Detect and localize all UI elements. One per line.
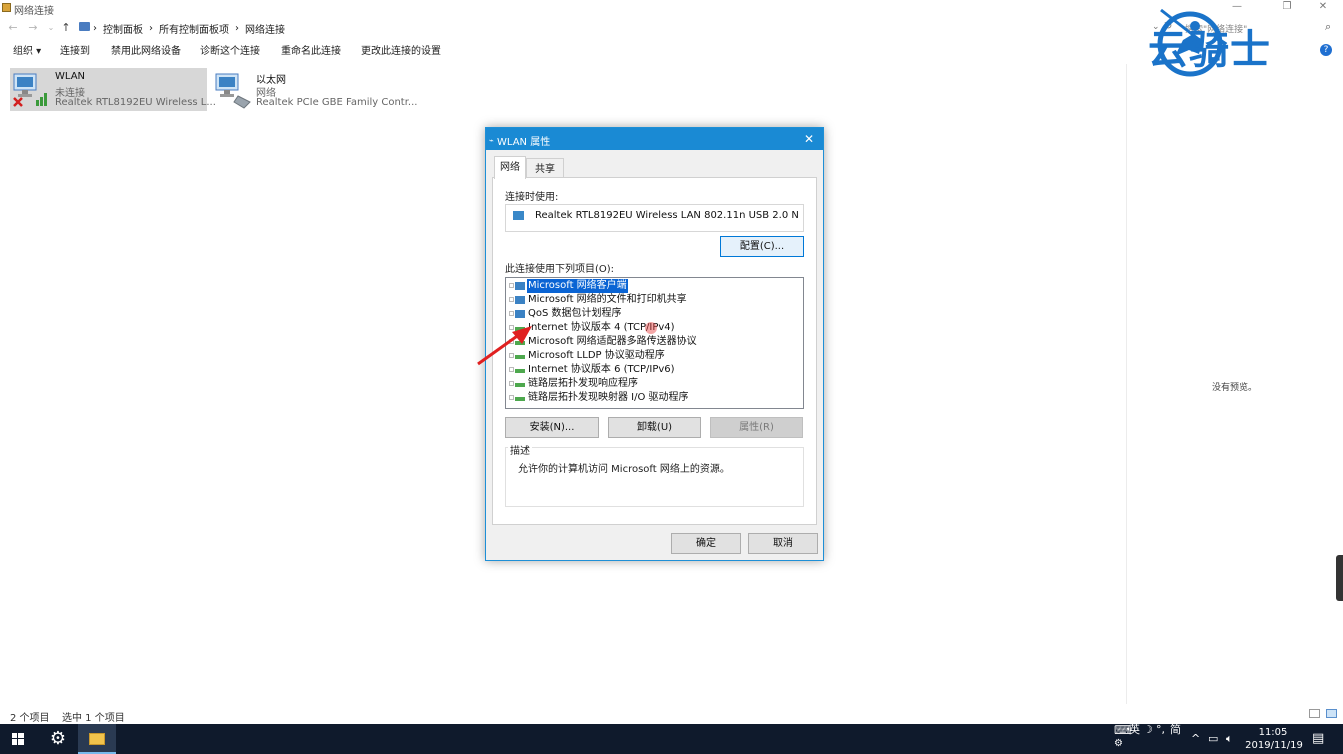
control-panel-icon: [79, 22, 90, 31]
list-item[interactable]: 链路层拓扑发现映射器 I/O 驱动程序: [506, 391, 803, 405]
toolbar-change-settings[interactable]: 更改此连接的设置: [361, 42, 441, 62]
ime-language[interactable]: 英: [1129, 722, 1140, 738]
preview-empty-text: 没有预览。: [1212, 383, 1258, 393]
tab-sharing[interactable]: 共享: [526, 158, 564, 178]
ime-moon-icon[interactable]: ☽: [1143, 722, 1153, 738]
watermark-text: 云骑士: [1148, 27, 1271, 73]
list-item-label: QoS 数据包计划程序: [528, 308, 622, 319]
recent-chevron-down-icon[interactable]: ⌄: [44, 21, 58, 35]
connection-device: Realtek RTL8192EU Wireless L...: [55, 97, 216, 108]
toolbar-rename[interactable]: 重命名此连接: [281, 42, 341, 62]
protocol-icon: [515, 397, 525, 401]
breadcrumb: › 控制面板 › 所有控制面板项 › 网络连接: [93, 21, 285, 36]
list-item[interactable]: Microsoft 网络客户端: [506, 279, 803, 293]
up-arrow-icon[interactable]: ↑: [59, 21, 73, 35]
side-handle[interactable]: [1336, 555, 1343, 601]
cursor-highlight: [645, 322, 657, 334]
breadcrumb-network-connections[interactable]: 网络连接: [245, 21, 285, 36]
toolbar-disable-device[interactable]: 禁用此网络设备: [111, 42, 181, 62]
ime-settings-icon[interactable]: ⚙: [1114, 736, 1123, 752]
breadcrumb-separator: ›: [93, 22, 97, 34]
description-group: [505, 447, 804, 507]
dialog-close-icon[interactable]: ✕: [801, 131, 817, 147]
items-label: 此连接使用下列项目(O):: [505, 264, 615, 275]
breadcrumb-control-panel[interactable]: 控制面板: [103, 21, 143, 36]
checkbox[interactable]: [509, 311, 514, 316]
toolbar-diagnose[interactable]: 诊断这个连接: [200, 42, 260, 62]
connection-device: Realtek PCIe GBE Family Contr...: [256, 97, 418, 108]
breadcrumb-separator: ›: [235, 22, 239, 34]
uninstall-button[interactable]: 卸载(U): [608, 417, 701, 438]
taskbar: [0, 724, 1343, 754]
components-list[interactable]: Microsoft 网络客户端 Microsoft 网络的文件和打印机共享 Qo…: [505, 277, 804, 409]
list-item-label: 链路层拓扑发现映射器 I/O 驱动程序: [528, 392, 689, 403]
clock-time[interactable]: 11:05: [1250, 727, 1296, 739]
install-button[interactable]: 安装(N)...: [505, 417, 599, 438]
toolbar-organize[interactable]: 组织 ▾: [13, 42, 41, 62]
configure-button[interactable]: 配置(C)...: [720, 236, 804, 257]
toolbar-connect-to[interactable]: 连接到: [60, 42, 90, 62]
connection-name: WLAN: [55, 71, 86, 82]
list-item[interactable]: Microsoft 网络的文件和打印机共享: [506, 293, 803, 307]
properties-button: 属性(R): [710, 417, 803, 438]
list-item-label: Microsoft 网络客户端: [527, 279, 628, 293]
show-hidden-icons-chevron-icon[interactable]: ^: [1191, 724, 1200, 754]
list-item[interactable]: QoS 数据包计划程序: [506, 307, 803, 321]
ime-simplified[interactable]: 简: [1170, 722, 1181, 738]
cancel-button[interactable]: 取消: [748, 533, 818, 554]
window-title: 网络连接: [14, 6, 54, 17]
forward-arrow-icon[interactable]: →: [26, 21, 40, 35]
checkbox[interactable]: [509, 381, 514, 386]
ethernet-adapter-icon: [215, 73, 251, 109]
list-item[interactable]: Microsoft 网络适配器多路传送器协议: [506, 335, 803, 349]
checkbox[interactable]: [509, 395, 514, 400]
breadcrumb-separator: ›: [149, 22, 153, 34]
list-item-label: Microsoft 网络的文件和打印机共享: [528, 294, 687, 305]
adapter-name: Realtek RTL8192EU Wireless LAN 802.11n U…: [535, 210, 799, 221]
tab-network[interactable]: 网络: [494, 156, 526, 179]
description-text: 允许你的计算机访问 Microsoft 网络上的资源。: [518, 464, 730, 475]
description-label: 描述: [508, 442, 532, 457]
list-item[interactable]: Microsoft LLDP 协议驱动程序: [506, 349, 803, 363]
protocol-icon: [515, 369, 525, 373]
preview-pane-divider[interactable]: [1126, 64, 1127, 704]
volume-icon[interactable]: 🔈︎: [1226, 724, 1233, 754]
status-item-count: 2 个项目: [10, 713, 50, 724]
list-item-label: Internet 协议版本 6 (TCP/IPv6): [528, 364, 675, 375]
connect-using-label: 连接时使用:: [505, 192, 559, 203]
large-icons-view-icon[interactable]: [1326, 709, 1337, 718]
list-item-label: Microsoft 网络适配器多路传送器协议: [528, 336, 697, 347]
settings-gear-icon[interactable]: ⚙: [40, 724, 76, 754]
list-item[interactable]: Internet 协议版本 6 (TCP/IPv6): [506, 363, 803, 377]
dialog-title: WLAN 属性: [497, 137, 551, 148]
windows-start-icon[interactable]: [0, 724, 36, 754]
service-icon: [515, 296, 525, 304]
network-adapter-icon: [513, 211, 524, 220]
file-explorer-icon: [89, 733, 105, 745]
status-bar: [0, 706, 1343, 724]
checkbox[interactable]: [509, 283, 514, 288]
client-icon: [515, 282, 525, 290]
status-selected-count: 选中 1 个项目: [62, 713, 125, 724]
checkbox[interactable]: [509, 297, 514, 302]
list-item-label: 链路层拓扑发现响应程序: [528, 378, 638, 389]
protocol-icon: [515, 383, 525, 387]
back-arrow-icon[interactable]: ←: [6, 21, 20, 35]
breadcrumb-all-items[interactable]: 所有控制面板项: [159, 21, 229, 36]
wifi-icon: ⌁: [489, 136, 494, 145]
list-item[interactable]: 链路层拓扑发现响应程序: [506, 377, 803, 391]
details-view-icon[interactable]: [1309, 709, 1320, 718]
ime-punctuation-icon[interactable]: °,: [1156, 722, 1165, 738]
network-icon[interactable]: ▭: [1208, 724, 1218, 754]
list-item-label: Microsoft LLDP 协议驱动程序: [528, 350, 665, 361]
help-icon[interactable]: ?: [1320, 44, 1332, 56]
ok-button[interactable]: 确定: [671, 533, 741, 554]
wlan-adapter-icon: [13, 73, 47, 107]
network-folder-icon: [2, 3, 11, 12]
action-center-icon[interactable]: ▤: [1312, 724, 1324, 754]
clock-date[interactable]: 2019/11/19: [1244, 740, 1304, 752]
service-icon: [515, 310, 525, 318]
red-arrow-annotation: [477, 326, 532, 366]
search-icon[interactable]: ⌕: [1325, 20, 1331, 34]
